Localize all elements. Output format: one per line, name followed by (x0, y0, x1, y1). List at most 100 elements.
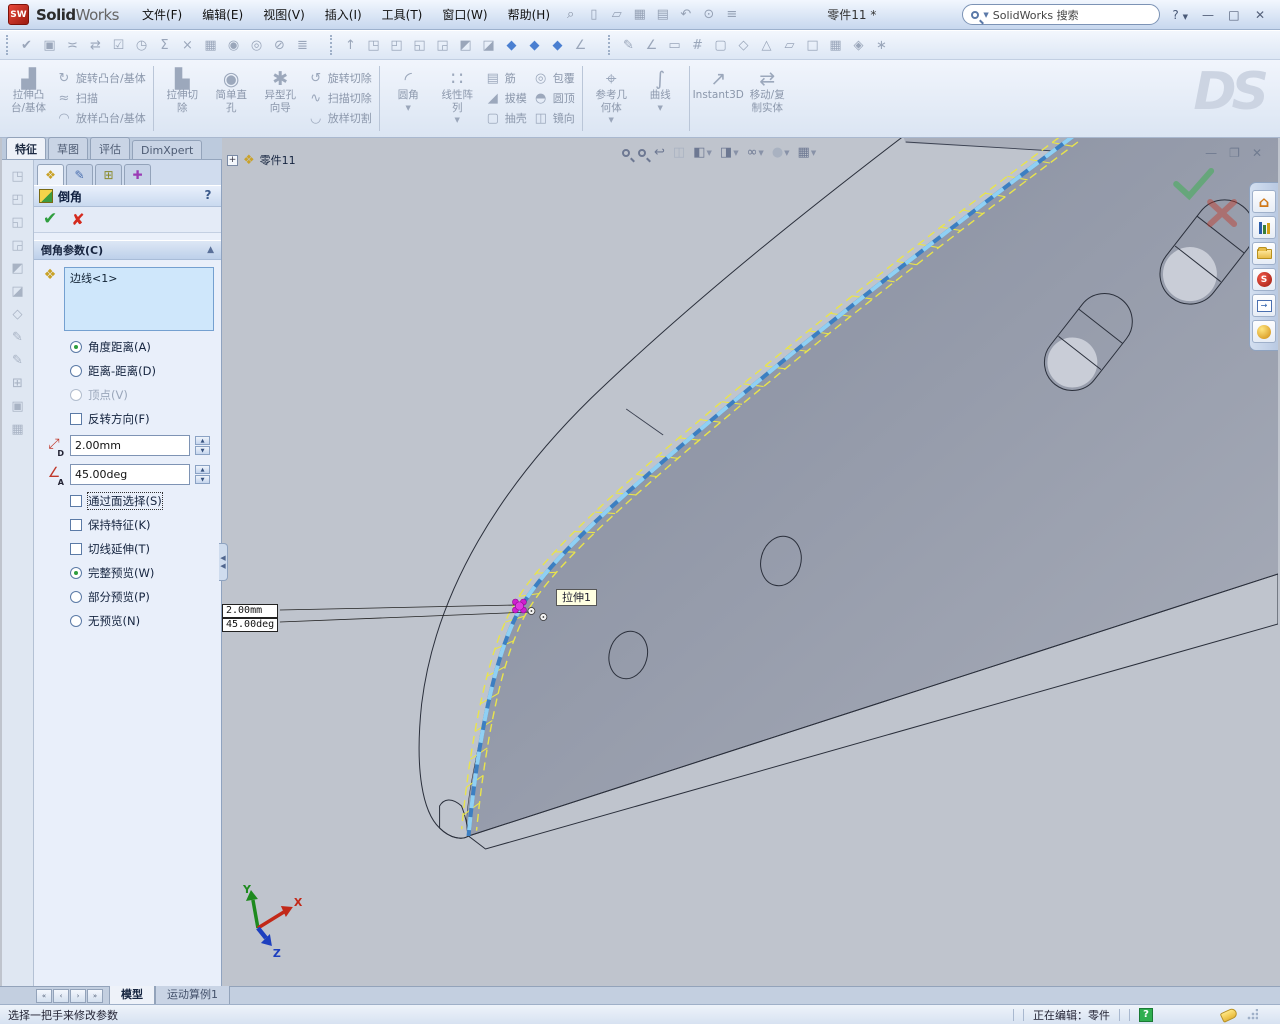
ribbon-linear-pattern-button[interactable]: ∷ 线性阵列 ▼ (433, 62, 482, 135)
pm-help-button[interactable]: ? (200, 188, 216, 204)
spark-sketch-icon[interactable]: ∗ (870, 34, 893, 56)
checkbox-icon[interactable] (70, 495, 82, 507)
update-icon[interactable]: ⇄ (84, 34, 107, 56)
callout-distance-value[interactable]: 2.00mm (222, 604, 279, 618)
dropdown-arrow-icon[interactable]: ▼ (758, 149, 763, 157)
minimize-button[interactable]: — (1196, 6, 1220, 24)
pm-tab-0[interactable]: ❖ (37, 164, 64, 185)
measure-icon[interactable]: ∠ (569, 34, 592, 56)
tab-DimXpert[interactable]: DimXpert (132, 140, 203, 159)
help-button[interactable]: ? ▼ (1172, 8, 1188, 22)
pm-tab-2[interactable]: ⊞ (95, 164, 122, 185)
previous-view-button[interactable]: ↩ (652, 144, 667, 161)
radio-no-preview[interactable]: 无预览(N) (34, 609, 221, 633)
expand-tree-icon[interactable]: + (227, 154, 238, 166)
zoom-fit-button[interactable] (620, 148, 632, 158)
table-sketch-icon[interactable]: ▦ (824, 34, 847, 56)
ribbon-revolved-cut-button[interactable]: ↺ 旋转切除 (308, 70, 371, 86)
triangle-sketch-icon[interactable]: △ (755, 34, 778, 56)
radio-icon[interactable] (70, 615, 82, 627)
graphics-viewport[interactable]: Y X Z + ❖ 零件11 ↩ ◫ ◧ ▼ ◨ ▼ ∞ ▼ ● ▼ ▦ ▼ — ❐ ✕ ⌂ S → 2.… (222, 138, 1278, 986)
wireframe-view-icon[interactable]: ◳ (7, 166, 29, 187)
tab-motion-study[interactable]: 运动算例1 (155, 984, 230, 1004)
hidden-lines-removed-icon[interactable]: ◱ (7, 212, 29, 233)
angle-input[interactable] (70, 464, 190, 485)
search-input[interactable] (992, 8, 1152, 21)
keep-features-checkbox-row[interactable]: 保持特征(K) (34, 513, 221, 537)
file-explorer-icon[interactable] (1252, 242, 1276, 265)
ribbon-extruded-cut-button[interactable]: ▙ 拉伸切除 (158, 62, 207, 135)
search-dropdown-icon[interactable]: ▼ (983, 11, 988, 19)
hidden-lines-visible-icon[interactable]: ◰ (7, 189, 29, 210)
new-document-icon[interactable]: ▯ (582, 5, 605, 25)
lighting-icon[interactable]: ◎ (245, 34, 268, 56)
spell-check-icon[interactable]: ✔ (15, 34, 38, 56)
distance-input[interactable] (70, 435, 190, 456)
checkbox-icon[interactable] (70, 519, 82, 531)
diamond-sketch-icon[interactable]: ◇ (732, 34, 755, 56)
part-top-face[interactable] (903, 138, 1074, 151)
panel-collapse-handle[interactable]: ◀ ◀ (219, 543, 228, 581)
radio-distance-distance[interactable]: 距离-距离(D) (34, 359, 221, 383)
preview-icon[interactable]: ◉ (222, 34, 245, 56)
scene-button[interactable]: ▦ ▼ (796, 144, 819, 161)
ribbon-wrap-button[interactable]: ◎ 包覆 (533, 70, 575, 86)
sketch-icon[interactable]: ✎ (7, 327, 29, 348)
menu-item-4[interactable]: 工具(T) (373, 2, 432, 27)
viewport-close-icon[interactable]: ✕ (1252, 146, 1262, 160)
menu-item-5[interactable]: 窗口(W) (433, 2, 496, 27)
tab-model[interactable]: 模型 (109, 984, 155, 1004)
ribbon-sweep-boss-button[interactable]: ≈ 扫描 (56, 90, 146, 106)
ribbon-hole-wizard-button[interactable]: ✱ 异型孔 向导 (256, 62, 305, 135)
table-icon[interactable]: ▦ (199, 34, 222, 56)
flyout-part-label[interactable]: 零件11 (260, 152, 296, 168)
spin-up-icon[interactable]: ▲ (195, 465, 210, 474)
menu-pin-icon[interactable]: ⌕ (567, 7, 574, 22)
dropdown-arrow-icon[interactable]: ▼ (658, 104, 663, 112)
ribbon-dome-button[interactable]: ◓ 圆顶 (533, 90, 575, 106)
compare-icon[interactable]: ≍ (61, 34, 84, 56)
viewport-restore-icon[interactable]: ❐ (1229, 146, 1240, 160)
part-3d-view[interactable]: Y X Z (222, 138, 1278, 986)
open-icon[interactable]: ▱ (605, 5, 628, 25)
trimetric-cube-icon[interactable]: ◆ (546, 34, 569, 56)
ribbon-instant3d-button[interactable]: ↗ Instant3D (693, 62, 744, 135)
resize-grip-icon[interactable] (1246, 1008, 1258, 1021)
radio-partial-preview[interactable]: 部分预览(P) (34, 585, 221, 609)
shadow-view-icon[interactable]: ◪ (7, 281, 29, 302)
save-icon[interactable]: ▦ (628, 5, 651, 25)
toolbar-drag-handle[interactable] (608, 35, 612, 55)
shaded-view-icon[interactable]: ◩ (7, 258, 29, 279)
verify-icon[interactable]: ☑ (107, 34, 130, 56)
back-view-cube-icon[interactable]: ◰ (385, 34, 408, 56)
ribbon-mirror-button[interactable]: ◫ 镜向 (533, 110, 575, 126)
front-view-cube-icon[interactable]: ◳ (362, 34, 385, 56)
toolbar-drag-handle[interactable] (6, 35, 10, 55)
checkbox-icon[interactable] (70, 413, 82, 425)
chamfer-parameters-group-header[interactable]: 倒角参数(C) ▲ (34, 240, 221, 260)
maximize-button[interactable]: □ (1222, 6, 1246, 24)
gem-sketch-icon[interactable]: ◈ (847, 34, 870, 56)
ribbon-rib-button[interactable]: ▤ 筋 (485, 70, 527, 86)
hide-show-items-button[interactable]: ∞ ▼ (745, 144, 766, 161)
bottom-view-cube-icon[interactable]: ◪ (477, 34, 500, 56)
dropdown-arrow-icon[interactable]: ▼ (707, 149, 712, 157)
tangent-propagation-checkbox-row[interactable]: 切线延伸(T) (34, 537, 221, 561)
shaded-edges-icon[interactable]: ◲ (7, 235, 29, 256)
right-view-cube-icon[interactable]: ◲ (431, 34, 454, 56)
menu-item-2[interactable]: 视图(V) (254, 2, 314, 27)
angle-sketch-icon[interactable]: ∠ (640, 34, 663, 56)
ribbon-draft-button[interactable]: ◢ 拔模 (485, 90, 527, 106)
isometric-cube-icon[interactable]: ◆ (500, 34, 523, 56)
display-style-button[interactable]: ◨ ▼ (718, 144, 741, 161)
ribbon-curves-button[interactable]: ∫ 曲线 ▼ (636, 62, 685, 135)
sketch3d-icon[interactable]: ✎ (617, 34, 640, 56)
prev-tab-icon[interactable]: ‹ (53, 989, 69, 1003)
part-front-face[interactable] (466, 138, 1278, 836)
menu-item-0[interactable]: 文件(F) (133, 2, 191, 27)
checkbox-icon[interactable] (70, 543, 82, 555)
ribbon-revolve-boss-button[interactable]: ↻ 旋转凸台/基体 (56, 70, 146, 86)
flip-direction-checkbox-row[interactable]: 反转方向(F) (34, 407, 221, 431)
cut-icon[interactable]: × (176, 34, 199, 56)
tab-评估[interactable]: 评估 (90, 137, 130, 159)
